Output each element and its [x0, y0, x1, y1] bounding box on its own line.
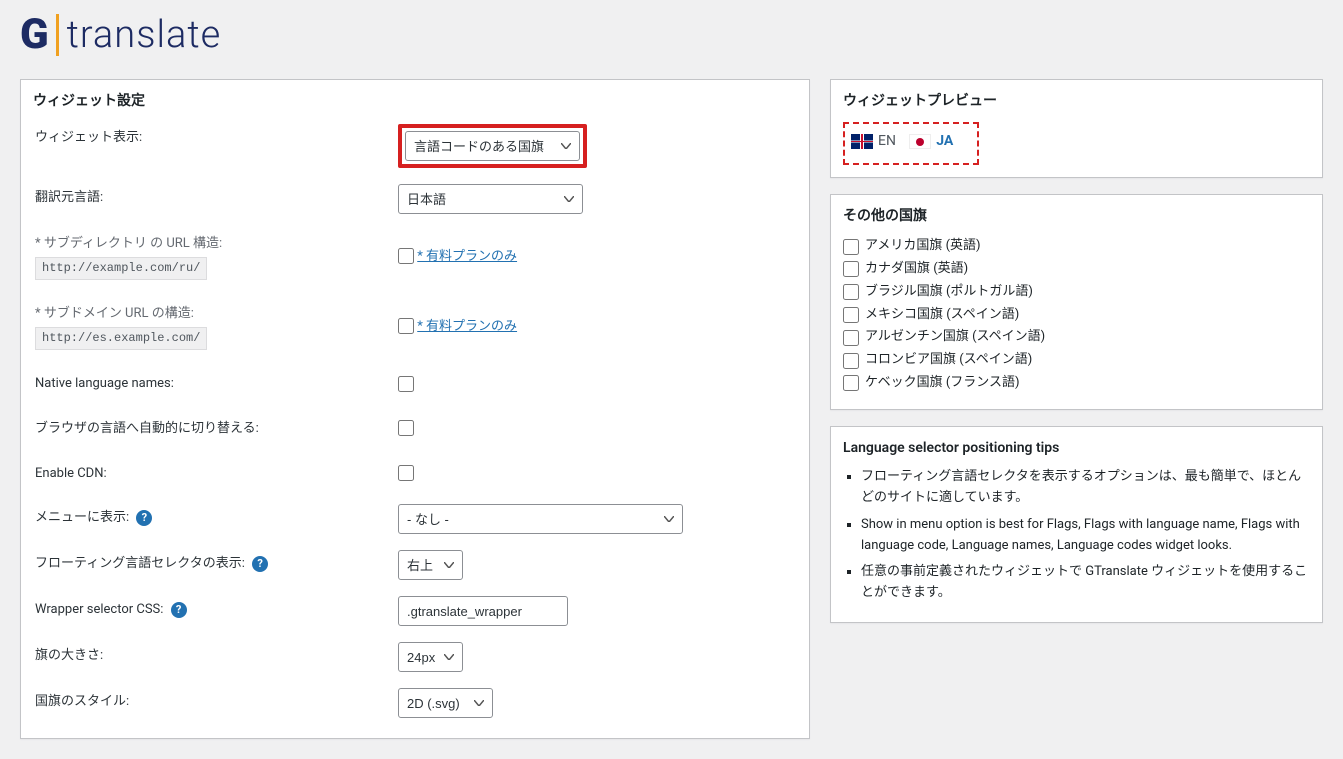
tip-item: 任意の事前定義されたウィジェットで GTranslate ウィジェットを使用する… [861, 562, 1310, 604]
uk-flag-icon [851, 134, 873, 149]
alt-flag-checkbox[interactable] [843, 239, 859, 255]
help-icon[interactable]: ? [252, 556, 268, 572]
subdir-checkbox[interactable] [398, 248, 414, 264]
preview-lang-en[interactable]: EN [851, 130, 896, 152]
tips-title: Language selector positioning tips [843, 437, 1310, 459]
subdir-paid-link[interactable]: * 有料プランのみ [417, 249, 517, 264]
alt-flag-label: アメリカ国旗 (英語) [865, 236, 981, 257]
subdom-checkbox[interactable] [398, 318, 414, 334]
menu-label: メニューに表示: [35, 510, 129, 525]
alt-flags-title: その他の国旗 [843, 205, 1310, 227]
alt-flag-label: カナダ国旗 (英語) [865, 259, 968, 280]
logo-text: translate [67, 13, 222, 57]
alt-flag-checkbox[interactable] [843, 375, 859, 391]
alt-flag-label: メキシコ国旗 (スペイン語) [865, 305, 1019, 326]
browser-checkbox[interactable] [398, 420, 414, 436]
menu-select[interactable]: - なし - [398, 504, 683, 534]
alt-flag-label: アルゼンチン国旗 (スペイン語) [865, 327, 1045, 348]
tips-panel: Language selector positioning tips フローティ… [830, 426, 1323, 623]
alt-flag-checkbox[interactable] [843, 353, 859, 369]
alt-flag-label: ケベック国旗 (フランス語) [865, 373, 1020, 394]
cdn-label: Enable CDN: [33, 452, 388, 497]
alt-flag-checkbox[interactable] [843, 307, 859, 323]
logo-g: G [20, 10, 48, 59]
logo-divider [56, 14, 59, 56]
logo: G translate [20, 10, 1323, 59]
jp-flag-icon [909, 134, 931, 149]
flagsize-select[interactable]: 24px [398, 642, 463, 672]
browser-label: ブラウザの言語へ自動的に切り替える: [33, 407, 388, 452]
subdom-url: http://es.example.com/ [35, 327, 207, 350]
help-icon[interactable]: ? [136, 510, 152, 526]
subdir-url: http://example.com/ru/ [35, 257, 207, 280]
native-label: Native language names: [33, 362, 388, 407]
source-lang-label: 翻訳元言語: [33, 176, 388, 222]
alt-flag-label: コロンビア国旗 (スペイン語) [865, 350, 1032, 371]
widget-settings-panel: ウィジェット設定 ウィジェット表示: 言語コードのある国旗 [20, 79, 810, 739]
flagsize-label: 旗の大きさ: [33, 634, 388, 680]
widget-settings-title: ウィジェット設定 [33, 90, 797, 110]
css-input[interactable] [398, 596, 568, 626]
alt-flags-list: アメリカ国旗 (英語) カナダ国旗 (英語) ブラジル国旗 (ポルトガル語) メ… [843, 235, 1310, 395]
alt-flag-label: ブラジル国旗 (ポルトガル語) [865, 282, 1033, 303]
tips-list: フローティング言語セレクタを表示するオプションは、最も簡単で、ほとんどのサイトに… [843, 467, 1310, 604]
cdn-checkbox[interactable] [398, 465, 414, 481]
preview-highlight: EN JA [843, 122, 979, 164]
preview-title: ウィジェットプレビュー [843, 90, 1310, 112]
flagstyle-select[interactable]: 2D (.svg) [398, 688, 493, 718]
floating-select[interactable]: 右上 [398, 550, 463, 580]
tip-item: Show in menu option is best for Flags, F… [861, 515, 1310, 557]
preview-en-code: EN [878, 130, 896, 152]
alt-flag-checkbox[interactable] [843, 284, 859, 300]
preview-ja-code: JA [936, 130, 953, 152]
help-icon[interactable]: ? [171, 602, 187, 618]
widget-look-highlight: 言語コードのある国旗 [398, 124, 587, 168]
widget-preview-panel: ウィジェットプレビュー EN JA [830, 79, 1323, 178]
alt-flag-checkbox[interactable] [843, 330, 859, 346]
widget-look-label: ウィジェット表示: [33, 116, 388, 176]
css-label: Wrapper selector CSS: [35, 602, 163, 617]
alt-flag-checkbox[interactable] [843, 261, 859, 277]
tip-item: フローティング言語セレクタを表示するオプションは、最も簡単で、ほとんどのサイトに… [861, 467, 1310, 509]
alt-flags-panel: その他の国旗 アメリカ国旗 (英語) カナダ国旗 (英語) ブラジル国旗 (ポル… [830, 194, 1323, 410]
subdom-label: * サブドメイン URL の構造: [35, 306, 194, 321]
subdom-paid-link[interactable]: * 有料プランのみ [417, 319, 517, 334]
subdir-label: * サブディレクトリ の URL 構造: [35, 236, 222, 251]
flagstyle-label: 国旗のスタイル: [33, 680, 388, 726]
floating-label: フローティング言語セレクタの表示: [35, 556, 245, 571]
widget-look-select[interactable]: 言語コードのある国旗 [405, 131, 580, 161]
native-checkbox[interactable] [398, 376, 414, 392]
source-lang-select[interactable]: 日本語 [398, 184, 583, 214]
preview-lang-ja[interactable]: JA [909, 130, 953, 152]
